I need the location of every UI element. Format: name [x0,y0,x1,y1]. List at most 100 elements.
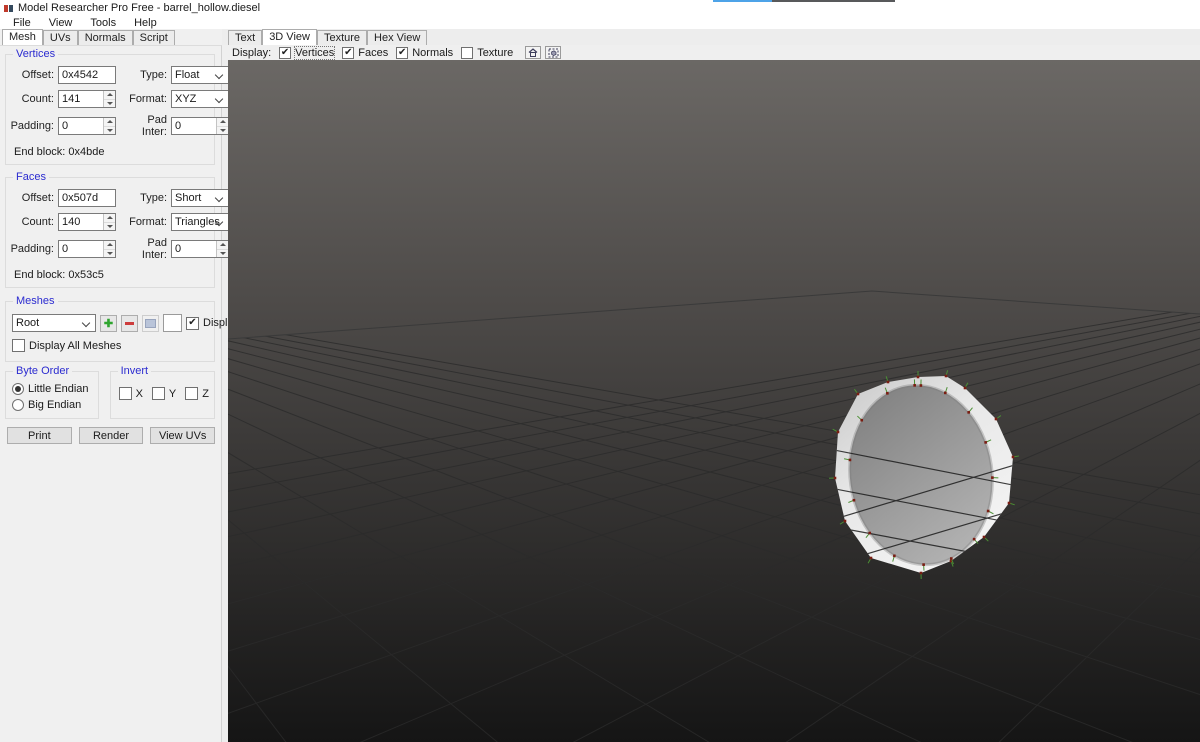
stepper-arrows[interactable] [103,214,115,230]
vertices-padding-label: Padding: [10,120,54,132]
vertices-pad-inter-label: Pad Inter: [120,114,167,138]
faces-pad-inter-label: Pad Inter: [120,237,167,261]
faces-count-stepper[interactable]: 140 [58,213,116,231]
invert-x-checkbox[interactable]: X [119,387,143,400]
vertices-format-select[interactable]: XYZ [171,90,229,108]
checkbox-box [342,47,354,59]
checkbox-box [152,387,165,400]
reset-view-button[interactable] [525,46,541,59]
mesh-select[interactable]: Root [12,314,96,332]
tab-uvs[interactable]: UVs [43,30,78,45]
remove-mesh-button[interactable] [121,315,138,332]
fit-view-button[interactable] [545,46,561,59]
faces-type-select[interactable]: Short [171,189,229,207]
display-faces-label: Faces [358,47,388,59]
checkbox-box [119,387,132,400]
home-icon [528,48,538,57]
tab-hex-view[interactable]: Hex View [367,30,427,45]
big-endian-radio[interactable]: Big Endian [12,399,93,411]
byte-order-group: Byte Order Little Endian Big Endian [5,371,99,419]
mesh-settings-panel: Vertices Offset: 0x4542 Type: Float Coun… [0,45,222,742]
view-uvs-button[interactable]: View UVs [150,427,215,444]
big-endian-label: Big Endian [28,399,81,411]
viewport-canvas[interactable] [228,60,1200,742]
tab-script[interactable]: Script [133,30,175,45]
invert-z-checkbox[interactable]: Z [185,387,209,400]
faces-type-label: Type: [120,192,167,204]
tab-texture[interactable]: Texture [317,30,367,45]
vertices-padding-stepper[interactable]: 0 [58,117,116,135]
checkbox-box [461,47,473,59]
display-all-meshes-checkbox[interactable]: Display All Meshes [12,339,121,352]
vertices-count-label: Count: [10,93,54,105]
vertices-format-label: Format: [120,93,167,105]
menu-file[interactable]: File [5,17,39,29]
render-button[interactable]: Render [79,427,144,444]
faces-count-label: Count: [10,216,54,228]
meshes-group-title: Meshes [13,295,58,307]
display-normals-label: Normals [412,47,453,59]
invert-group: Invert X Y Z [110,371,215,419]
display-faces-checkbox[interactable]: Faces [342,47,388,59]
rename-mesh-button[interactable] [142,315,159,332]
add-mesh-button[interactable]: ✚ [100,315,117,332]
faces-padding-label: Padding: [10,243,54,255]
invert-y-checkbox[interactable]: Y [152,387,176,400]
display-vertices-label: Vertices [295,47,334,59]
byte-order-title: Byte Order [13,365,72,377]
display-texture-label: Texture [477,47,513,59]
faces-offset-input[interactable]: 0x507d [58,189,116,207]
menu-tools[interactable]: Tools [82,17,124,29]
print-button[interactable]: Print [7,427,72,444]
strip-blue-segment [713,0,772,2]
invert-x-label: X [136,388,143,400]
tab-3d-view[interactable]: 3D View [262,29,317,45]
fit-cube-icon [548,48,559,58]
menu-help[interactable]: Help [126,17,165,29]
titlebar: Model Researcher Pro Free - barrel_hollo… [0,0,1200,16]
stepper-arrows[interactable] [103,241,115,257]
right-tab-group: Text 3D View Texture Hex View [222,29,1200,45]
checkbox-box [12,339,25,352]
display-texture-checkbox[interactable]: Texture [461,47,513,59]
tab-row: Mesh UVs Normals Script Text 3D View Tex… [0,29,1200,45]
little-endian-label: Little Endian [28,383,89,395]
tab-normals[interactable]: Normals [78,30,133,45]
top-progress-strip [713,0,895,2]
mesh-name-input[interactable] [163,314,182,332]
checkbox-box [186,317,199,330]
stepper-arrows[interactable] [103,118,115,134]
radio-circle [12,383,24,395]
display-options-bar: Display: Vertices Faces Normals Texture [222,45,1200,60]
display-normals-checkbox[interactable]: Normals [396,47,453,59]
left-tab-group: Mesh UVs Normals Script [0,29,222,45]
vertices-end-block: End block: 0x4bde [10,144,229,158]
vertices-group: Vertices Offset: 0x4542 Type: Float Coun… [5,54,215,165]
stepper-arrows[interactable] [103,91,115,107]
faces-format-select[interactable]: Triangles [171,213,229,231]
vertices-offset-input[interactable]: 0x4542 [58,66,116,84]
app-icon [4,5,13,12]
faces-pad-inter-stepper[interactable]: 0 [171,240,229,258]
checkbox-box [185,387,198,400]
vertices-count-stepper[interactable]: 141 [58,90,116,108]
faces-group: Faces Offset: 0x507d Type: Short Count: … [5,177,215,288]
checkbox-box [396,47,408,59]
menubar: File View Tools Help [0,16,1200,29]
faces-format-label: Format: [120,216,167,228]
little-endian-radio[interactable]: Little Endian [12,383,93,395]
faces-group-title: Faces [13,171,49,183]
tab-mesh[interactable]: Mesh [2,29,43,45]
tab-text[interactable]: Text [228,30,262,45]
viewport-3d[interactable] [222,60,1200,742]
radio-circle [12,399,24,411]
window-title: Model Researcher Pro Free - barrel_hollo… [18,2,260,14]
menu-view[interactable]: View [41,17,81,29]
checkbox-box [279,47,291,59]
faces-end-block: End block: 0x53c5 [10,267,229,281]
display-label: Display: [232,47,271,59]
faces-padding-stepper[interactable]: 0 [58,240,116,258]
vertices-type-select[interactable]: Float [171,66,229,84]
vertices-pad-inter-stepper[interactable]: 0 [171,117,229,135]
display-vertices-checkbox[interactable]: Vertices [279,47,334,59]
